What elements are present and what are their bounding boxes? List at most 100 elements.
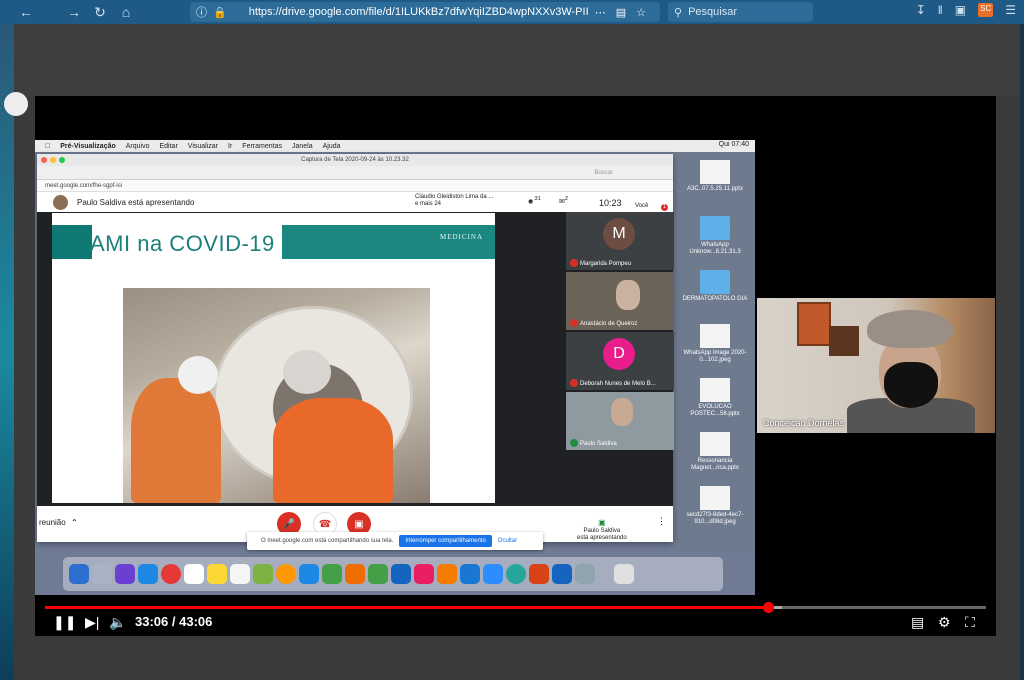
time-separator: /: [171, 614, 176, 629]
bookmark-star-icon[interactable]: ☆: [636, 6, 646, 19]
reload-icon[interactable]: ↻: [90, 2, 110, 22]
participant-chip: Cláudio Gleidiston Lima da ... e mais 24: [397, 194, 493, 208]
pause-icon[interactable]: ❚❚: [53, 614, 76, 631]
mac-clock: Qui 07:40: [718, 141, 749, 148]
keynote-icon: [391, 564, 411, 584]
participant-video: [611, 398, 633, 426]
menu-item: Ferramentas: [237, 142, 282, 150]
slide-title: AMI na COVID-19: [90, 231, 275, 256]
desktop-wallpaper-right: [1020, 24, 1024, 680]
participant-name: Deborah Nunes de Melo B...: [580, 381, 656, 387]
presenter-text: Paulo Saldiva está apresentando: [77, 197, 195, 207]
technician-left-head: [178, 356, 218, 394]
menu-item: Visualizar: [182, 142, 218, 150]
progress-bar[interactable]: [45, 602, 986, 613]
captions-icon[interactable]: ▤: [911, 614, 924, 631]
address-url: https://drive.google.com/file/d/1ILUKkBz…: [248, 6, 589, 18]
screen-share-bar: O meet.google.com está compartilhando su…: [247, 532, 543, 550]
progress-played: [45, 606, 768, 609]
calendar-icon: [184, 564, 204, 584]
back-icon[interactable]: ←: [16, 2, 36, 22]
lock-icon: 🔒: [213, 6, 227, 19]
participant-tile: D Deborah Nunes de Melo B...: [566, 332, 674, 390]
present-icon: ▣: [598, 518, 606, 527]
folder-icon: [700, 270, 730, 294]
download-icon[interactable]: ↧: [916, 3, 926, 17]
facetime-icon: [322, 564, 342, 584]
camera-name-label: Conceicao Dornelas: [763, 418, 845, 428]
desktop-file: Ressonancia Magnet...rica.pptx: [680, 432, 750, 472]
meet-topbar: Paulo Saldiva está apresentando Cláudio …: [37, 192, 673, 212]
chat-icon: ✉2: [559, 196, 569, 206]
participant-initial: D: [603, 338, 635, 370]
account-avatar[interactable]: SC: [978, 3, 994, 17]
shelf: [829, 326, 859, 356]
fullscreen-icon[interactable]: ⛶: [965, 614, 975, 631]
preview-icon: [575, 564, 595, 584]
present-line1: Paulo Saldiva: [583, 527, 621, 534]
time-display: 33:06 / 43:06: [135, 614, 212, 629]
pages-icon: [345, 564, 365, 584]
music-icon: [414, 564, 434, 584]
search-input[interactable]: ⚲ Pesquisar: [668, 2, 813, 22]
document-icon: [700, 432, 730, 456]
numbers-icon: [368, 564, 388, 584]
preview-toolbar: Buscar: [37, 166, 673, 180]
desktop-file: EVOLUCAO POSTEC...58.pptx: [680, 378, 750, 418]
technician-left: [131, 378, 221, 503]
menu-item: Ir: [228, 143, 232, 150]
settings-icon[interactable]: ⚙: [938, 614, 951, 631]
minimize-icon: [50, 157, 56, 163]
share-message: O meet.google.com está compartilhando su…: [261, 538, 394, 544]
participants-count: 31: [534, 196, 541, 202]
progress-scrubber[interactable]: [763, 602, 774, 613]
participant-tile: Paulo Saldiva: [566, 392, 674, 450]
notes-icon: [207, 564, 227, 584]
apple-icon: : [45, 143, 50, 150]
home-icon[interactable]: ⌂: [116, 2, 136, 22]
app-name: Pré-Visualização: [55, 142, 116, 150]
forward-icon[interactable]: →: [64, 2, 84, 22]
powerpoint-icon: [529, 564, 549, 584]
desktop-wallpaper-left: [0, 24, 14, 680]
finder-icon: [69, 564, 89, 584]
folder-icon: [700, 216, 730, 240]
presentation-slide: AMI na COVID-19 MEDICINA: [52, 213, 495, 503]
preview-window: Captura de Tela 2020-09-24 às 10.23.32 B…: [37, 154, 674, 542]
video-player[interactable]:  Pré-Visualização Arquivo Editar Visual…: [35, 96, 996, 636]
safari-icon: [138, 564, 158, 584]
mic-off-icon: [570, 259, 578, 267]
page-edge-element: [4, 92, 28, 116]
menu-item: Arquivo: [120, 142, 150, 150]
participant-camera: Conceicao Dornelas: [757, 298, 995, 433]
trash-icon: [614, 564, 634, 584]
desktop-file: secd27f3-8ded-4ec7-910...d08d.jpeg: [680, 486, 750, 526]
document-icon: [700, 160, 730, 184]
presenter-avatar: [53, 195, 68, 210]
library-icon[interactable]: ‖: [938, 3, 943, 17]
photos-icon: [276, 564, 296, 584]
more-actions-icon[interactable]: ⋯: [595, 6, 606, 19]
address-bar[interactable]: ⓘ 🔒 https://drive.google.com/file/d/1ILU…: [190, 2, 660, 22]
info-icon[interactable]: ⓘ: [196, 4, 207, 20]
pocket-icon[interactable]: ▤: [616, 6, 626, 19]
more-options-icon: ⋮: [657, 516, 666, 526]
mic-off-icon: [570, 379, 578, 387]
meet-time: 10:23: [599, 198, 622, 208]
app-store-icon: [460, 564, 480, 584]
current-time: 33:06: [135, 614, 169, 629]
app-icon: [506, 564, 526, 584]
volume-icon[interactable]: 🔈: [109, 614, 126, 631]
sidebar-icon[interactable]: ▣: [955, 3, 966, 17]
menu-icon[interactable]: ☰: [1005, 3, 1016, 17]
menu-item: Ajuda: [317, 142, 341, 150]
zoom-icon: [59, 157, 65, 163]
you-badge: 1: [661, 204, 668, 211]
participant-name: Margarida Pompeu: [580, 261, 632, 267]
stop-sharing-button: Interromper compartilhamento: [399, 535, 492, 547]
menu-item: Editar: [154, 142, 178, 150]
participant-tile: M Margarida Pompeu: [566, 212, 674, 270]
present-line2: está apresentando: [577, 534, 627, 541]
next-icon[interactable]: ▶|: [85, 614, 99, 631]
mic-on-icon: [570, 439, 578, 447]
